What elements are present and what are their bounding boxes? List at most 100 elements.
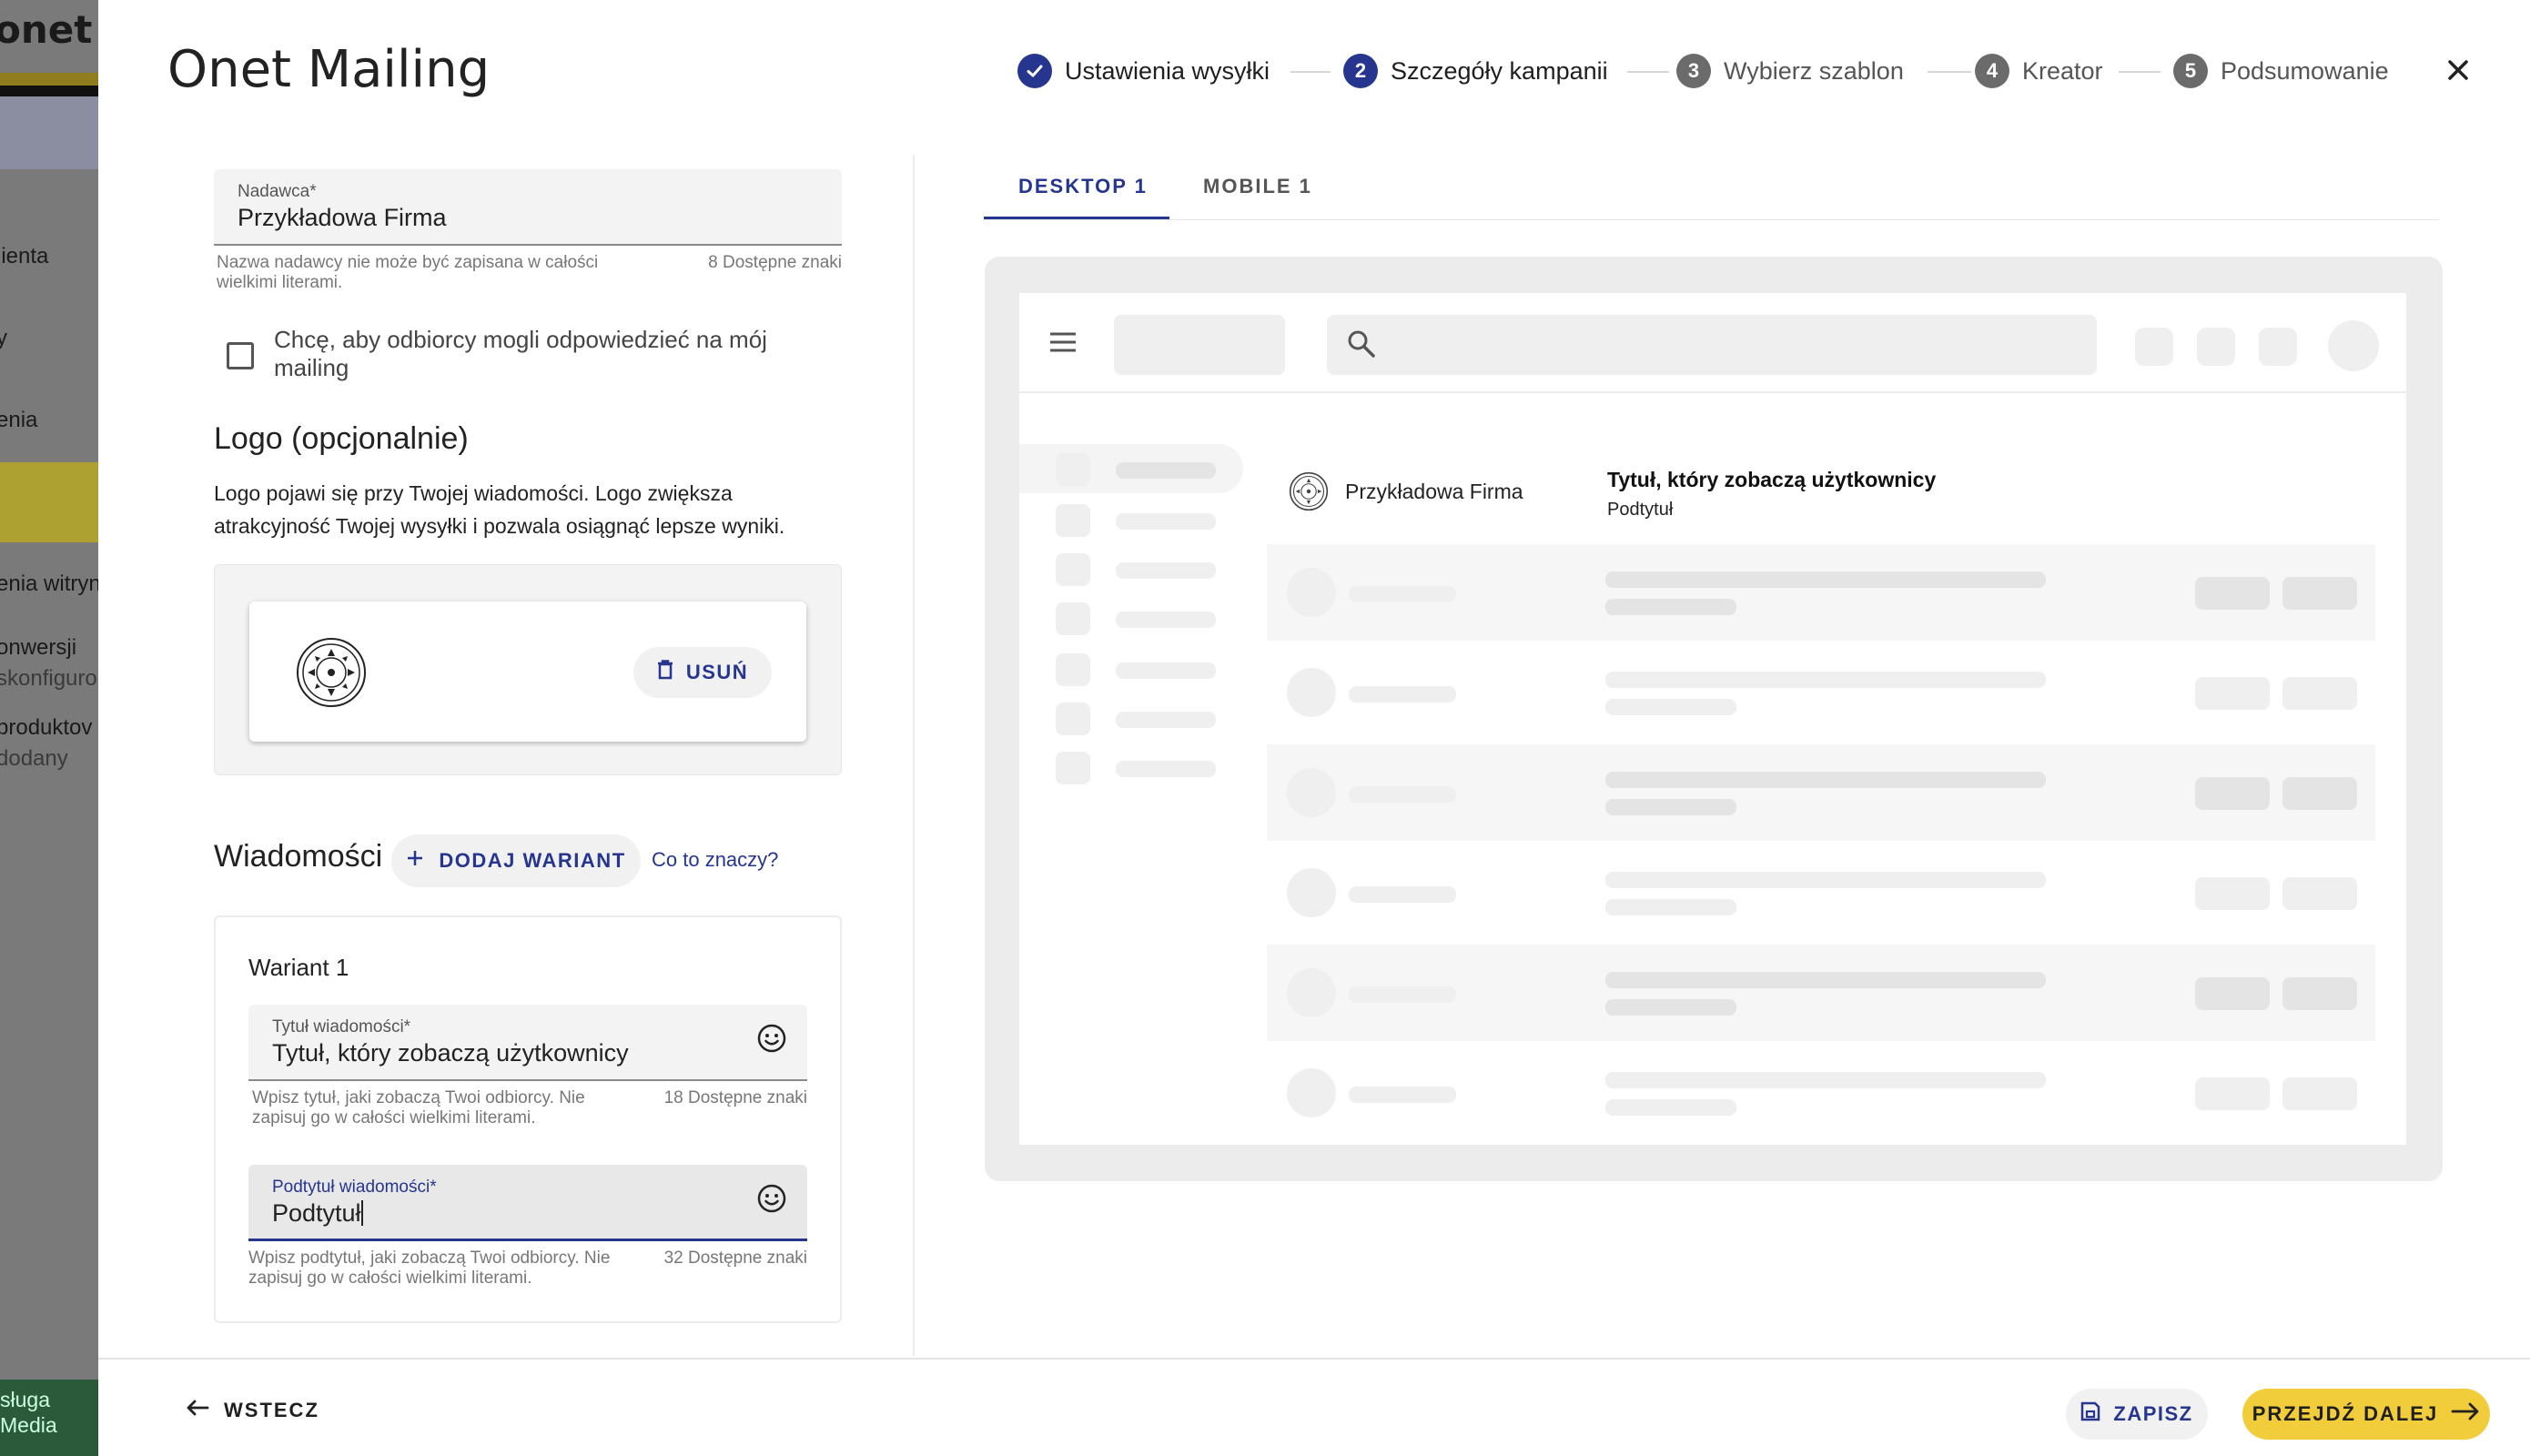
back-button[interactable]: WSTECZ	[186, 1392, 319, 1429]
step-number: 5	[2173, 54, 2208, 88]
step-wybierz-szablon[interactable]: 3 Wybierz szablon	[1676, 51, 1904, 91]
sender-input[interactable]: Przykładowa Firma	[238, 204, 447, 232]
preview-sidebar-label	[1116, 612, 1216, 628]
subject-field[interactable]: Tytuł wiadomości* Tytuł, który zobaczą u…	[248, 1005, 807, 1081]
step-connector	[1290, 71, 1331, 73]
subtitle-char-count: 32 Dostępne znaki	[663, 1249, 807, 1268]
preview-subtitle: Podtytuł	[1607, 500, 1674, 520]
preview-sidebar-label	[1116, 761, 1216, 777]
save-button[interactable]: ZAPISZ	[2066, 1389, 2208, 1440]
text-cursor	[360, 1200, 363, 1226]
trash-icon	[657, 660, 673, 685]
emoji-icon[interactable]	[756, 1183, 787, 1218]
background-nav-item: onwersji	[0, 635, 77, 660]
preview-sidebar-label	[1116, 562, 1216, 579]
add-variant-button[interactable]: DODAJ WARIANT	[391, 834, 641, 887]
help-link[interactable]: Co to znaczy?	[652, 848, 778, 872]
tab-mobile[interactable]: MOBILE 1	[1203, 175, 1312, 198]
step-kreator[interactable]: 4 Kreator	[1975, 51, 2103, 91]
next-label: PRZEJDŹ DALEJ	[2252, 1402, 2439, 1425]
variant-title: Wariant 1	[248, 954, 349, 981]
sender-hint: Nazwa nadawcy nie może być zapisana w ca…	[217, 253, 599, 292]
save-label: ZAPISZ	[2113, 1402, 2193, 1425]
background-nav-subtext: skonfiguro	[0, 666, 97, 691]
background-nav-subtext: dodany	[0, 746, 68, 771]
column-divider	[913, 155, 915, 1356]
mailing-modal: Onet Mailing Ustawienia wysyłki 2 Szczeg…	[98, 0, 2530, 1456]
background-nav-item: enia	[0, 408, 38, 432]
sender-label: Nadawca*	[238, 182, 317, 201]
subject-input[interactable]: Tytuł, który zobaczą użytkownicy	[272, 1039, 629, 1067]
preview-sidebar-label	[1116, 712, 1216, 728]
step-connector	[2119, 71, 2161, 73]
subtitle-field[interactable]: Podtytuł wiadomości* Podtytuł	[248, 1165, 807, 1241]
add-variant-label: DODAJ WARIANT	[439, 849, 626, 872]
step-szczegoly-kampanii[interactable]: 2 Szczegóły kampanii	[1343, 51, 1608, 91]
back-label: WSTECZ	[224, 1399, 319, 1421]
tabs-divider	[984, 219, 2440, 220]
close-icon[interactable]	[2441, 53, 2475, 87]
step-label: Wybierz szablon	[1724, 56, 1904, 85]
menu-icon	[1048, 331, 1078, 358]
sender-field[interactable]: Nadawca* Przykładowa Firma	[214, 169, 842, 246]
preview-mail-row	[1267, 544, 2375, 641]
step-connector	[1627, 71, 1669, 73]
sender-char-count: 8 Dostępne znaki	[708, 253, 842, 272]
preview-sidebar-icon	[1056, 504, 1090, 537]
preview-sidebar-label	[1116, 462, 1216, 479]
background-brand-bar-dark	[0, 86, 100, 96]
logo-card: USUŃ	[249, 602, 806, 742]
preview-mail-row	[1267, 945, 2375, 1041]
preview-sidebar-icon	[1056, 553, 1090, 586]
save-icon	[2080, 1401, 2100, 1427]
step-ustawienia-wysylki[interactable]: Ustawienia wysyłki	[1017, 51, 1270, 91]
preview-mail-row	[1267, 1045, 2375, 1141]
step-number: 3	[1676, 54, 1711, 88]
logo-upload-area: USUŃ	[214, 564, 842, 775]
preview-icon-placeholder	[2259, 328, 2297, 366]
logo-heading: Logo (opcjonalnie)	[214, 421, 469, 456]
subject-hint: Wpisz tytuł, jaki zobaczą Twoi odbiorcy.…	[252, 1088, 585, 1127]
step-label: Podsumowanie	[2221, 56, 2389, 85]
arrow-left-icon	[186, 1399, 209, 1422]
background-footer-line: Media	[0, 1413, 57, 1437]
logo-description: Logo pojawi się przy Twojej wiadomości. …	[214, 481, 785, 538]
reply-checkbox[interactable]	[227, 342, 254, 369]
background-nav-highlight	[0, 462, 100, 542]
modal-footer: WSTECZ ZAPISZ PRZEJDŹ DALEJ	[98, 1358, 2530, 1456]
preview-avatar-placeholder	[2328, 320, 2379, 371]
step-podsumowanie[interactable]: 5 Podsumowanie	[2173, 51, 2389, 91]
tab-desktop[interactable]: DESKTOP 1	[1018, 175, 1148, 198]
step-connector	[1928, 71, 1971, 73]
subject-label: Tytuł wiadomości*	[272, 1017, 411, 1036]
background-footer-line: sługa	[0, 1388, 50, 1411]
subtitle-input[interactable]: Podtytuł	[272, 1199, 363, 1228]
variant-card: Wariant 1 Tytuł wiadomości* Tytuł, który…	[214, 915, 842, 1323]
step-label: Kreator	[2022, 56, 2103, 85]
remove-logo-button[interactable]: USUŃ	[633, 647, 772, 698]
background-nav-item: enia witryn	[0, 571, 100, 596]
preview-sidebar-icon	[1056, 602, 1090, 635]
subtitle-label: Podtytuł wiadomości*	[272, 1178, 437, 1197]
background-brand-bar	[0, 73, 100, 86]
subject-char-count: 18 Dostępne znaki	[663, 1088, 807, 1107]
background-brand: onet A	[0, 7, 100, 52]
step-number: 4	[1975, 54, 2009, 88]
subtitle-hint: Wpisz podtytuł, jaki zobaczą Twoi odbior…	[248, 1249, 611, 1288]
background-nav-item: lienta	[0, 244, 49, 268]
subtitle-value: Podtytuł	[272, 1199, 361, 1227]
step-label: Szczegóły kampanii	[1391, 56, 1608, 85]
emoji-icon[interactable]	[756, 1023, 787, 1058]
preview-sidebar-icon	[1056, 752, 1090, 784]
background-app: onet A lienta y enia enia witryn onwersj…	[0, 0, 100, 1456]
preview-sidebar-icon	[1056, 703, 1090, 735]
check-icon	[1017, 54, 1052, 88]
preview-mail-row	[1267, 744, 2375, 841]
preview-subject: Tytuł, który zobaczą użytkownicy	[1607, 468, 1937, 491]
preview-logo-placeholder	[1114, 315, 1285, 375]
preview-sender-logo	[1289, 471, 1329, 511]
next-button[interactable]: PRZEJDŹ DALEJ	[2242, 1389, 2490, 1440]
preview-sidebar-label	[1116, 662, 1216, 679]
preview-icon-placeholder	[2197, 328, 2235, 366]
background-footer: sługa Media	[0, 1380, 100, 1456]
